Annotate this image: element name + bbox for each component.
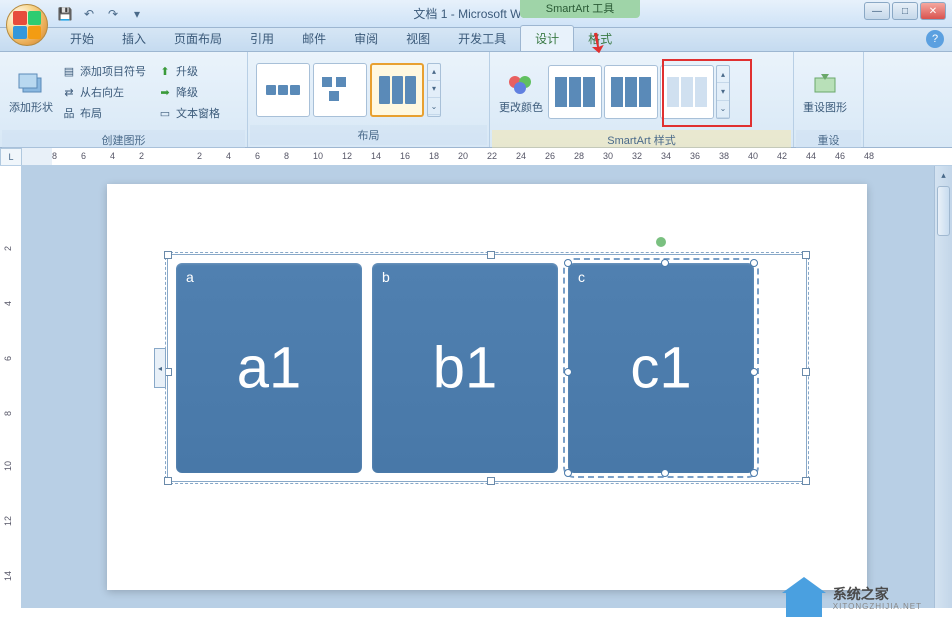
style-option-3[interactable] bbox=[660, 65, 714, 119]
title-bar: 💾 ↶ ↷ ▾ 文档 1 - Microsoft Word SmartArt 工… bbox=[0, 0, 952, 28]
tab-references[interactable]: 引用 bbox=[236, 26, 288, 51]
style-option-1[interactable] bbox=[548, 65, 602, 119]
rtl-icon: ⇄ bbox=[62, 85, 76, 99]
qat-dropdown-icon[interactable]: ▾ bbox=[128, 5, 146, 23]
tab-insert[interactable]: 插入 bbox=[108, 26, 160, 51]
style-gallery: ▴▾⌄ bbox=[548, 65, 730, 119]
layout-option-2[interactable] bbox=[313, 63, 367, 117]
document-area: 2468101214 ◂ ▶aa1▶bb1cc1 ▴ bbox=[0, 166, 952, 608]
change-colors-button[interactable]: 更改颜色 bbox=[498, 56, 544, 128]
group-label-styles: SmartArt 样式 bbox=[492, 130, 791, 150]
layout-gallery-scroll[interactable]: ▴▾⌄ bbox=[427, 63, 441, 117]
vertical-scrollbar[interactable]: ▴ bbox=[934, 166, 952, 608]
smartart-box-1[interactable]: b b1 bbox=[372, 263, 558, 473]
tab-design[interactable]: 设计 bbox=[520, 25, 574, 51]
ribbon: 添加形状 ▤添加项目符号 ⇄从右向左 品布局 ⬆升级 ➡降级 ▭文本窗格 创建图… bbox=[0, 52, 952, 148]
text-pane-button[interactable]: ▭文本窗格 bbox=[154, 103, 224, 123]
ruler-corner[interactable]: L bbox=[0, 148, 22, 166]
help-button[interactable]: ? bbox=[926, 30, 944, 48]
add-bullet-button[interactable]: ▤添加项目符号 bbox=[58, 61, 150, 81]
layout-icon: 品 bbox=[62, 106, 76, 120]
redo-icon[interactable]: ↷ bbox=[104, 5, 122, 23]
layout-gallery: ▴▾⌄ bbox=[256, 63, 441, 117]
style-option-2[interactable] bbox=[604, 65, 658, 119]
save-icon[interactable]: 💾 bbox=[56, 5, 74, 23]
maximize-button[interactable]: □ bbox=[892, 2, 918, 20]
ribbon-tabs: 开始 插入 页面布局 引用 邮件 审阅 视图 开发工具 设计 格式 ? bbox=[0, 28, 952, 52]
group-label-create: 创建图形 bbox=[2, 130, 245, 150]
smartart-graphic[interactable]: ◂ ▶aa1▶bb1cc1 bbox=[167, 254, 807, 482]
tab-home[interactable]: 开始 bbox=[56, 26, 108, 51]
box-label: b bbox=[382, 269, 390, 285]
tab-format[interactable]: 格式 bbox=[574, 26, 626, 51]
tab-review[interactable]: 审阅 bbox=[340, 26, 392, 51]
tab-view[interactable]: 视图 bbox=[392, 26, 444, 51]
layout-option-3[interactable] bbox=[370, 63, 424, 117]
bullet-icon: ▤ bbox=[62, 64, 76, 78]
quick-access-toolbar: 💾 ↶ ↷ ▾ bbox=[56, 5, 146, 23]
watermark: 系统之家 XITONGZHIJIA.NET bbox=[783, 581, 922, 617]
undo-icon[interactable]: ↶ bbox=[80, 5, 98, 23]
box-main-text[interactable]: a1 bbox=[237, 335, 302, 402]
scroll-thumb[interactable] bbox=[937, 186, 950, 236]
layout-option-1[interactable] bbox=[256, 63, 310, 117]
rotate-handle[interactable] bbox=[656, 237, 666, 247]
smartart-box-0[interactable]: a a1 bbox=[176, 263, 362, 473]
tab-page-layout[interactable]: 页面布局 bbox=[160, 26, 236, 51]
text-pane-toggle[interactable]: ◂ bbox=[154, 348, 166, 388]
change-colors-icon bbox=[505, 68, 537, 100]
box-main-text[interactable]: b1 bbox=[433, 335, 498, 402]
smartart-box-2[interactable]: c c1 bbox=[568, 263, 754, 473]
rtl-button[interactable]: ⇄从右向左 bbox=[58, 82, 150, 102]
box-label: a bbox=[186, 269, 194, 285]
close-button[interactable]: ✕ bbox=[920, 2, 946, 20]
style-gallery-scroll[interactable]: ▴▾⌄ bbox=[716, 65, 730, 119]
tab-mailings[interactable]: 邮件 bbox=[288, 26, 340, 51]
box-label: c bbox=[578, 269, 585, 285]
layout-button[interactable]: 品布局 bbox=[58, 103, 150, 123]
group-label-layouts: 布局 bbox=[250, 125, 487, 145]
reset-icon bbox=[809, 68, 841, 100]
reset-graphic-button[interactable]: 重设图形 bbox=[802, 56, 848, 128]
vertical-ruler[interactable]: 2468101214 bbox=[0, 166, 22, 608]
demote-button[interactable]: ➡降级 bbox=[154, 82, 224, 102]
horizontal-ruler[interactable]: L 86422468101214161820222426283032343638… bbox=[0, 148, 952, 166]
text-pane-icon: ▭ bbox=[158, 106, 172, 120]
scroll-up-icon[interactable]: ▴ bbox=[935, 166, 952, 184]
minimize-button[interactable]: — bbox=[864, 2, 890, 20]
watermark-icon bbox=[783, 581, 825, 617]
demote-icon: ➡ bbox=[158, 85, 172, 99]
add-shape-button[interactable]: 添加形状 bbox=[8, 56, 54, 128]
promote-button[interactable]: ⬆升级 bbox=[154, 61, 224, 81]
page[interactable]: ◂ ▶aa1▶bb1cc1 bbox=[107, 184, 867, 590]
box-main-text[interactable]: c1 bbox=[630, 335, 691, 402]
tab-developer[interactable]: 开发工具 bbox=[444, 26, 520, 51]
office-button[interactable] bbox=[6, 4, 48, 46]
group-label-reset: 重设 bbox=[796, 130, 861, 150]
add-shape-icon bbox=[15, 68, 47, 100]
contextual-tool-label: SmartArt 工具 bbox=[520, 0, 640, 18]
promote-icon: ⬆ bbox=[158, 64, 172, 78]
